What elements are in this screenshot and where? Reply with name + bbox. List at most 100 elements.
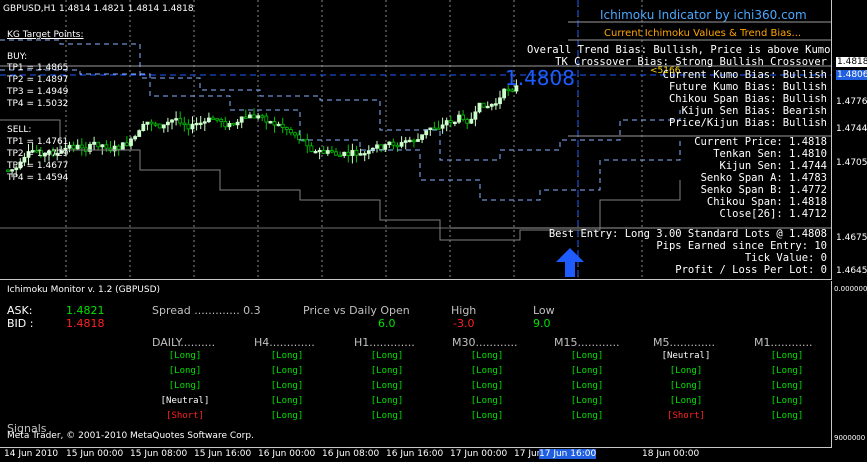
candle-body <box>239 116 244 123</box>
candle-body <box>79 144 84 149</box>
candle-body <box>334 151 338 156</box>
candle-body <box>350 150 355 156</box>
candle-body <box>416 139 420 142</box>
candle-body <box>280 123 285 128</box>
sell-tp3: TP3 = 1.4677 <box>7 161 69 171</box>
candle-body <box>272 121 277 126</box>
candle-body <box>75 144 80 150</box>
bias-cell: [Long] <box>168 366 202 376</box>
price-tick: 1.4645 <box>836 266 867 276</box>
bias-cell: [Long] <box>770 351 804 361</box>
time-tick: 18 Jun 00:00 <box>642 449 700 459</box>
price-chart[interactable]: GBPUSD,H1 1.4814 1.4821 1.4814 1.4818 KG… <box>0 0 832 280</box>
candle-body <box>457 114 461 123</box>
high-label: High <box>451 304 477 317</box>
candle-body <box>190 123 195 130</box>
candle-body <box>342 151 347 157</box>
candle-body <box>489 103 494 107</box>
candle-body <box>170 119 174 123</box>
bias-cell: [Long] <box>470 351 504 361</box>
candle-body <box>206 117 211 123</box>
candle-body <box>305 139 310 147</box>
buy-tp2: TP2 = 1.4897 <box>7 75 69 85</box>
daily-open-label: Price vs Daily Open <box>303 304 410 317</box>
buy-arrow-icon <box>556 248 584 277</box>
candle-body <box>125 142 129 146</box>
price-tick: 1.4705 <box>836 158 867 168</box>
candle-body <box>338 154 343 158</box>
bias-cell: [Long] <box>570 411 604 421</box>
timeframe-m1: M1............ <box>754 336 813 349</box>
candle-body <box>346 151 351 156</box>
candle-body <box>227 123 232 128</box>
candle-body <box>235 121 240 126</box>
bias-cell: [Long] <box>370 381 404 391</box>
candle-body <box>157 123 162 129</box>
candle-body <box>116 145 121 150</box>
candle-body <box>420 134 425 140</box>
bias-line-overall: Overall Trend Bias: Bullish, Price is ab… <box>527 44 831 56</box>
low-value: 9.0 <box>533 317 551 330</box>
candle-body <box>223 121 228 128</box>
bias-line-future-kumo: Future Kumo Bias: Bullish <box>668 81 827 93</box>
candle-body <box>256 115 261 119</box>
entry-best: Best Entry: Long 3.00 Standard Lots @ 1.… <box>548 228 827 240</box>
candle-body <box>288 129 293 134</box>
bias-cell: [Long] <box>470 366 504 376</box>
bias-line-kijun: Kijun Sen Bias: Bearish <box>681 105 827 117</box>
time-tick: 15 Jun 00:00 <box>66 449 124 459</box>
candle-body <box>358 153 363 156</box>
bias-cell: [Long] <box>270 396 304 406</box>
time-tick: 16 Jun 00:00 <box>258 449 316 459</box>
value-kijun: Kijun Sen: 1.4744 <box>719 160 827 172</box>
candle-body <box>231 123 236 126</box>
bias-cell: [Long] <box>370 411 404 421</box>
candle-body <box>444 120 449 126</box>
price-axis[interactable]: 1.4818 1.4806 1.4776 1.4744 1.4705 1.467… <box>832 0 867 448</box>
bias-cell: [Long] <box>168 381 202 391</box>
bias-cell: [Short] <box>667 411 705 421</box>
candle-body <box>440 124 445 129</box>
candle-body <box>219 118 224 122</box>
sell-tp2: TP2 = 1.4729 <box>7 149 69 159</box>
candle-body <box>407 139 412 143</box>
candle-body <box>293 132 297 136</box>
candle-body <box>493 103 498 106</box>
candle-body <box>325 150 330 154</box>
symbol-label: GBPUSD,H1 1.4814 1.4821 1.4814 1.4818 <box>3 4 194 14</box>
candle-body <box>71 144 76 150</box>
candle-body <box>276 123 281 127</box>
candle-body <box>137 130 142 137</box>
bias-cell: [Long] <box>669 396 703 406</box>
time-tick: 17 Jun 00:00 <box>450 449 508 459</box>
bias-cell: [Long] <box>570 351 604 361</box>
candle-body <box>165 121 170 126</box>
timeframe-m15: M15............ <box>554 336 620 349</box>
candle-body <box>465 119 470 124</box>
bias-cell: [Long] <box>270 366 304 376</box>
bias-cell: [Long] <box>770 366 804 376</box>
monitor-title: Ichimoku Monitor v. 1.2 (GBPUSD) <box>7 285 161 295</box>
candle-body <box>178 118 183 124</box>
indicator-title: Ichimoku Indicator by ichi360.com <box>600 8 807 22</box>
bias-cell: [Long] <box>669 366 703 376</box>
candle-body <box>452 121 457 124</box>
candle-body <box>104 144 109 149</box>
bias-cell: [Long] <box>669 381 703 391</box>
timeframe-h4: H4............. <box>254 336 315 349</box>
value-close26: Close[26]: 1.4712 <box>719 208 827 220</box>
time-axis[interactable]: 14 Jun 2010 15 Jun 00:00 15 Jun 08:00 15… <box>0 448 832 462</box>
candle-body <box>395 144 400 148</box>
bias-cell: [Long] <box>470 381 504 391</box>
time-tick-cursor: 17 Jun 16:00 <box>539 449 597 459</box>
monitor-axis-top: 0.000000 <box>834 285 867 293</box>
candle-body <box>436 127 441 131</box>
candle-body <box>252 114 256 119</box>
candle-body <box>379 144 384 150</box>
buy-tp1: TP1 = 1.4865 <box>7 63 69 73</box>
candle-body <box>321 149 326 154</box>
bias-cell: [Long] <box>570 381 604 391</box>
bias-cell: [Long] <box>570 366 604 376</box>
candle-body <box>399 142 404 147</box>
timeframe-h1: H1............. <box>354 336 415 349</box>
